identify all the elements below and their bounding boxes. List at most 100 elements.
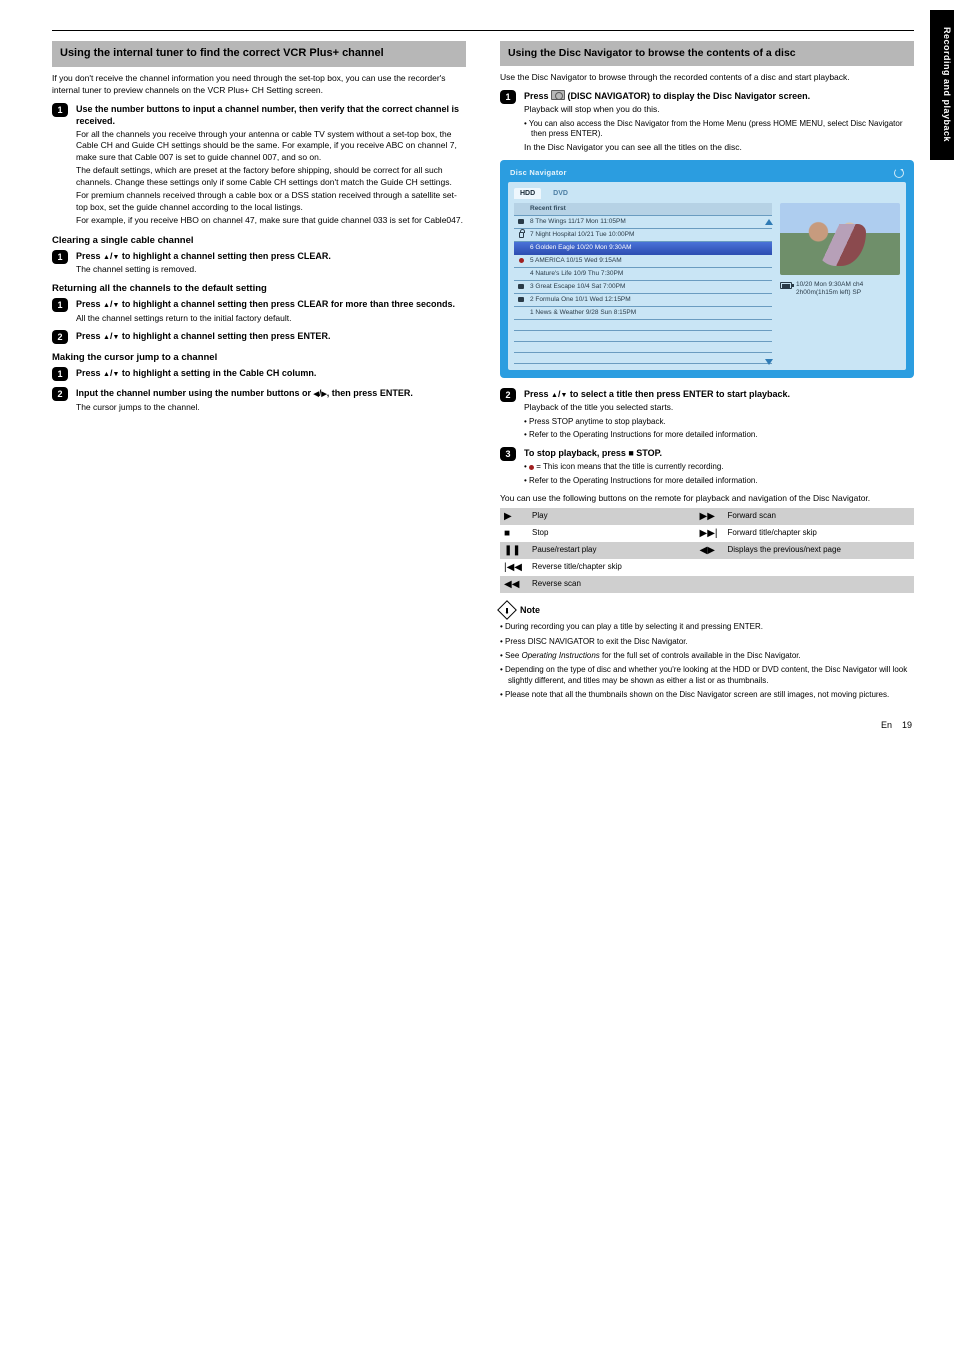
list-item[interactable]: 2 Formula One 10/1 Wed 12:15PM xyxy=(514,294,772,307)
step-detail: For all the channels you receive through… xyxy=(76,129,466,163)
step-row: 1 Press / to highlight a channel setting… xyxy=(52,298,466,324)
list-item[interactable]: 7 Night Hospital 10/21 Tue 10:00PM xyxy=(514,229,772,242)
key-label: Pause/restart play xyxy=(528,542,682,559)
step-instruction: Use the number buttons to input a channe… xyxy=(76,104,459,126)
page-language: En xyxy=(881,720,892,730)
rewind-icon: ◀◀ xyxy=(500,576,528,593)
step-row: 1 Use the number buttons to input a chan… xyxy=(52,103,466,227)
play-icon: ▶ xyxy=(500,508,528,525)
arrow-down-icon xyxy=(112,368,119,378)
step-detail: All the channel settings return to the i… xyxy=(76,313,466,324)
skip-back-icon: |◀◀ xyxy=(500,559,528,576)
arrow-left-icon xyxy=(314,388,319,398)
key-label: Forward title/chapter skip xyxy=(724,525,915,542)
step-note: • Press STOP anytime to stop playback. xyxy=(524,417,914,428)
section-desc: If you don't receive the channel informa… xyxy=(52,73,466,97)
page-number: 19 xyxy=(902,720,912,730)
step-text: Press / to highlight a channel setting t… xyxy=(76,330,466,342)
dn-title-list[interactable]: Recent first 8 The Wings 11/17 Mon 11:05… xyxy=(514,203,772,364)
key-label: Play xyxy=(528,508,682,525)
list-item xyxy=(514,331,772,342)
right-column: Using the Disc Navigator to browse the c… xyxy=(500,41,914,704)
step-detail: In the Disc Navigator you can see all th… xyxy=(524,142,914,153)
refresh-icon xyxy=(894,168,904,178)
note-icon xyxy=(497,600,517,620)
page-columns: Using the internal tuner to find the cor… xyxy=(52,41,914,704)
step-number-badge: 1 xyxy=(52,103,68,117)
left-column: Using the internal tuner to find the cor… xyxy=(52,41,466,704)
section-title: Using the internal tuner to find the cor… xyxy=(52,41,466,67)
step-number-badge: 1 xyxy=(52,367,68,381)
list-item xyxy=(514,320,772,331)
recording-icon xyxy=(529,465,534,470)
table-row: ◀◀ Reverse scan xyxy=(500,576,914,593)
scroll-down-icon[interactable] xyxy=(765,359,773,365)
arrow-down-icon xyxy=(112,299,119,309)
step-detail: The cursor jumps to the channel. xyxy=(76,402,466,413)
page-top-rule xyxy=(52,30,914,31)
step-number-badge: 2 xyxy=(500,388,516,402)
note-item: See Operating Instructions for the full … xyxy=(500,650,914,661)
step-detail: The default settings, which are preset a… xyxy=(76,165,466,188)
step-row: 1 Press / to highlight a setting in the … xyxy=(52,367,466,381)
step-detail: The channel setting is removed. xyxy=(76,264,466,275)
dn-preview-panel: 10/20 Mon 9:30AM ch4 2h00m(1h15m left) S… xyxy=(780,203,900,297)
playback-keys-table: ▶ Play ▶▶ Forward scan ■ Stop ▶▶| Forwar… xyxy=(500,508,914,593)
skip-forward-icon: ▶▶| xyxy=(696,525,724,542)
stop-icon: ■ xyxy=(500,525,528,542)
arrow-down-icon xyxy=(560,389,567,399)
step-number-badge: 1 xyxy=(52,298,68,312)
list-item[interactable]: 5 AMERICA 10/15 Wed 9:15AM xyxy=(514,255,772,268)
dn-tab-dvd[interactable]: DVD xyxy=(547,188,574,199)
step-detail: For example, if you receive HBO on chann… xyxy=(76,215,466,226)
list-item[interactable]: 4 Nature's Life 10/9 Thu 7:30PM xyxy=(514,268,772,281)
step-detail: Playback of the title you selected start… xyxy=(524,402,914,413)
subheading: Returning all the channels to the defaul… xyxy=(52,283,466,294)
keys-intro: You can use the following buttons on the… xyxy=(500,493,914,504)
step-row: 3 To stop playback, press ■ STOP. • = Th… xyxy=(500,447,914,487)
list-item xyxy=(514,353,772,364)
step-text: Press / to highlight a channel setting t… xyxy=(76,298,466,324)
table-row: |◀◀ Reverse title/chapter skip xyxy=(500,559,914,576)
dn-tab-hdd[interactable]: HDD xyxy=(514,188,541,199)
step-row: 2 Press / to highlight a channel setting… xyxy=(52,330,466,344)
note-item: Please note that all the thumbnails show… xyxy=(500,689,914,700)
dn-list-header: Recent first xyxy=(514,203,772,216)
list-item[interactable]: 1 News & Weather 9/28 Sun 8:15PM xyxy=(514,307,772,320)
dn-sort-label: Recent first xyxy=(530,205,770,212)
dn-header: Disc Navigator xyxy=(508,168,906,182)
step-note: • Refer to the Operating Instructions fo… xyxy=(524,430,914,441)
disc-navigator-icon xyxy=(551,90,565,100)
new-icon xyxy=(518,284,524,289)
key-label: Forward scan xyxy=(724,508,915,525)
dn-tabs: HDD DVD xyxy=(514,188,900,199)
note-item: Press DISC NAVIGATOR to exit the Disc Na… xyxy=(500,636,914,647)
list-item[interactable]: 3 Great Escape 10/4 Sat 7:00PM xyxy=(514,281,772,294)
step-detail: Playback will stop when you do this. xyxy=(524,104,914,115)
step-text: To stop playback, press ■ STOP. • = This… xyxy=(524,447,914,487)
list-item-selected[interactable]: 6 Golden Eagle 10/20 Mon 9:30AM xyxy=(514,242,772,255)
step-number-badge: 1 xyxy=(52,250,68,264)
scroll-up-icon[interactable] xyxy=(765,219,773,225)
dn-body: HDD DVD Recent first 8 The Wings 11/17 M… xyxy=(508,182,906,370)
preview-meta: 10/20 Mon 9:30AM ch4 2h00m(1h15m left) S… xyxy=(780,281,900,297)
note-item: During recording you can play a title by… xyxy=(500,621,914,632)
new-icon xyxy=(518,219,524,224)
step-note: • = This icon means that the title is cu… xyxy=(524,462,914,473)
notes-heading-text: Note xyxy=(520,605,540,615)
step-number-badge: 2 xyxy=(52,387,68,401)
step-detail: For premium channels received through a … xyxy=(76,190,466,213)
notes-heading: Note xyxy=(500,603,914,617)
list-item[interactable]: 8 The Wings 11/17 Mon 11:05PM xyxy=(514,216,772,229)
arrow-up-icon xyxy=(103,299,110,309)
table-row: ❚❚ Pause/restart play ◀▶ Displays the pr… xyxy=(500,542,914,559)
subheading: Making the cursor jump to a channel xyxy=(52,352,466,363)
note-list: During recording you can play a title by… xyxy=(500,621,914,700)
pause-icon: ❚❚ xyxy=(500,542,528,559)
new-icon xyxy=(518,297,524,302)
step-row: 2 Press / to select a title then press E… xyxy=(500,388,914,442)
arrow-up-icon xyxy=(103,331,110,341)
key-label: Reverse title/chapter skip xyxy=(528,559,682,576)
step-text: Use the number buttons to input a channe… xyxy=(76,103,466,227)
disc-navigator-screen: Disc Navigator HDD DVD Recent first 8 Th… xyxy=(500,160,914,378)
